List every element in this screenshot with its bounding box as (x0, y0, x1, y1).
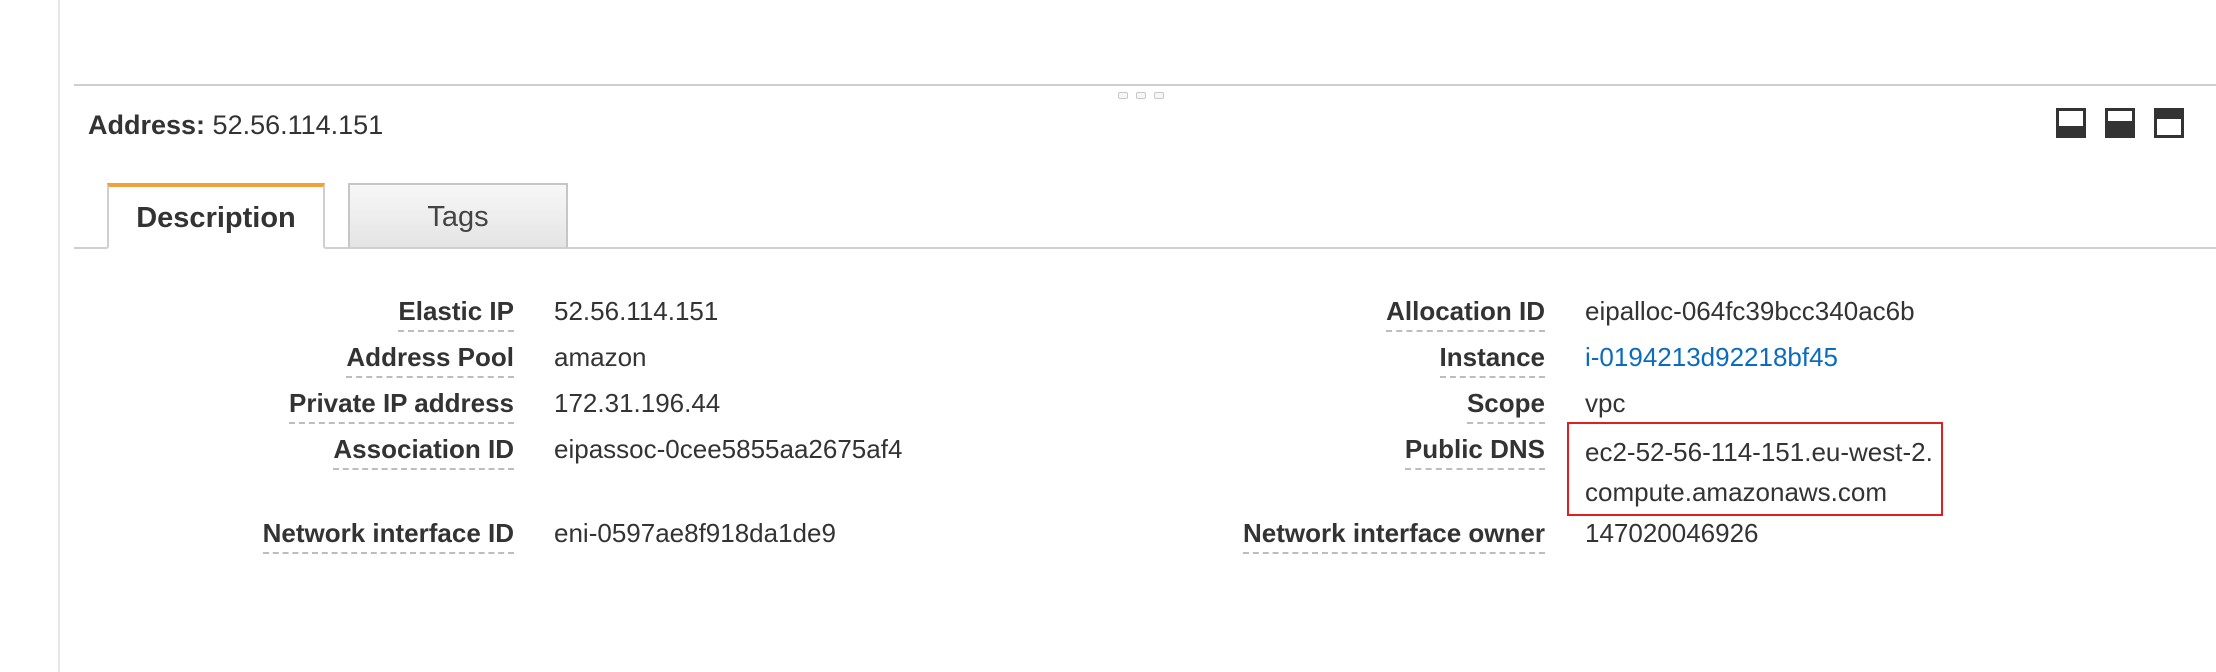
details-title: Address: 52.56.114.151 (88, 110, 383, 141)
drag-handle-dot (1136, 92, 1146, 99)
network-interface-owner-value: 147020046926 (1585, 518, 1759, 548)
tab-description[interactable]: Description (107, 183, 325, 249)
allocation-id-value: eipalloc-064fc39bcc340ac6b (1585, 296, 1915, 326)
allocation-id-label: Allocation ID (1386, 296, 1545, 332)
network-interface-id-value: eni-0597ae8f918da1de9 (554, 518, 836, 548)
maximize-panel-icon[interactable] (2154, 108, 2184, 138)
address-pool-value: amazon (554, 342, 647, 372)
private-ip-label: Private IP address (289, 388, 514, 424)
elastic-ip-label: Elastic IP (398, 296, 514, 332)
scope-value: vpc (1585, 388, 1626, 418)
association-id-label: Association ID (333, 434, 514, 470)
instance-link[interactable]: i-0194213d92218bf45 (1585, 342, 1838, 373)
panel-drag-handle[interactable] (1118, 92, 1164, 99)
tab-tags[interactable]: Tags (348, 183, 568, 247)
network-interface-id-label: Network interface ID (262, 518, 514, 554)
scope-label: Scope (1466, 388, 1545, 424)
address-pool-label: Address Pool (346, 342, 514, 378)
left-gutter (58, 0, 60, 672)
split-panel-icon[interactable] (2105, 108, 2135, 138)
public-dns-label: Public DNS (1404, 434, 1545, 470)
private-ip-value: 172.31.196.44 (554, 388, 721, 418)
panel-controls (2056, 108, 2216, 140)
public-dns-value: ec2-52-56-114-151.eu-west-2.compute.amaz… (1585, 437, 1933, 507)
address-value: 52.56.114.151 (212, 110, 384, 140)
tab-bar: Description Tags (74, 183, 2216, 249)
instance-label: Instance (1439, 342, 1545, 378)
address-label: Address: (88, 110, 206, 140)
drag-handle-dot (1154, 92, 1164, 99)
association-id-value: eipassoc-0cee5855aa2675af4 (554, 434, 903, 464)
network-interface-owner-label: Network interface owner (1243, 518, 1545, 554)
drag-handle-dot (1118, 92, 1128, 99)
minimize-panel-icon[interactable] (2056, 108, 2086, 138)
panel-resize-divider[interactable] (74, 84, 2216, 86)
elastic-ip-value: 52.56.114.151 (554, 296, 719, 326)
